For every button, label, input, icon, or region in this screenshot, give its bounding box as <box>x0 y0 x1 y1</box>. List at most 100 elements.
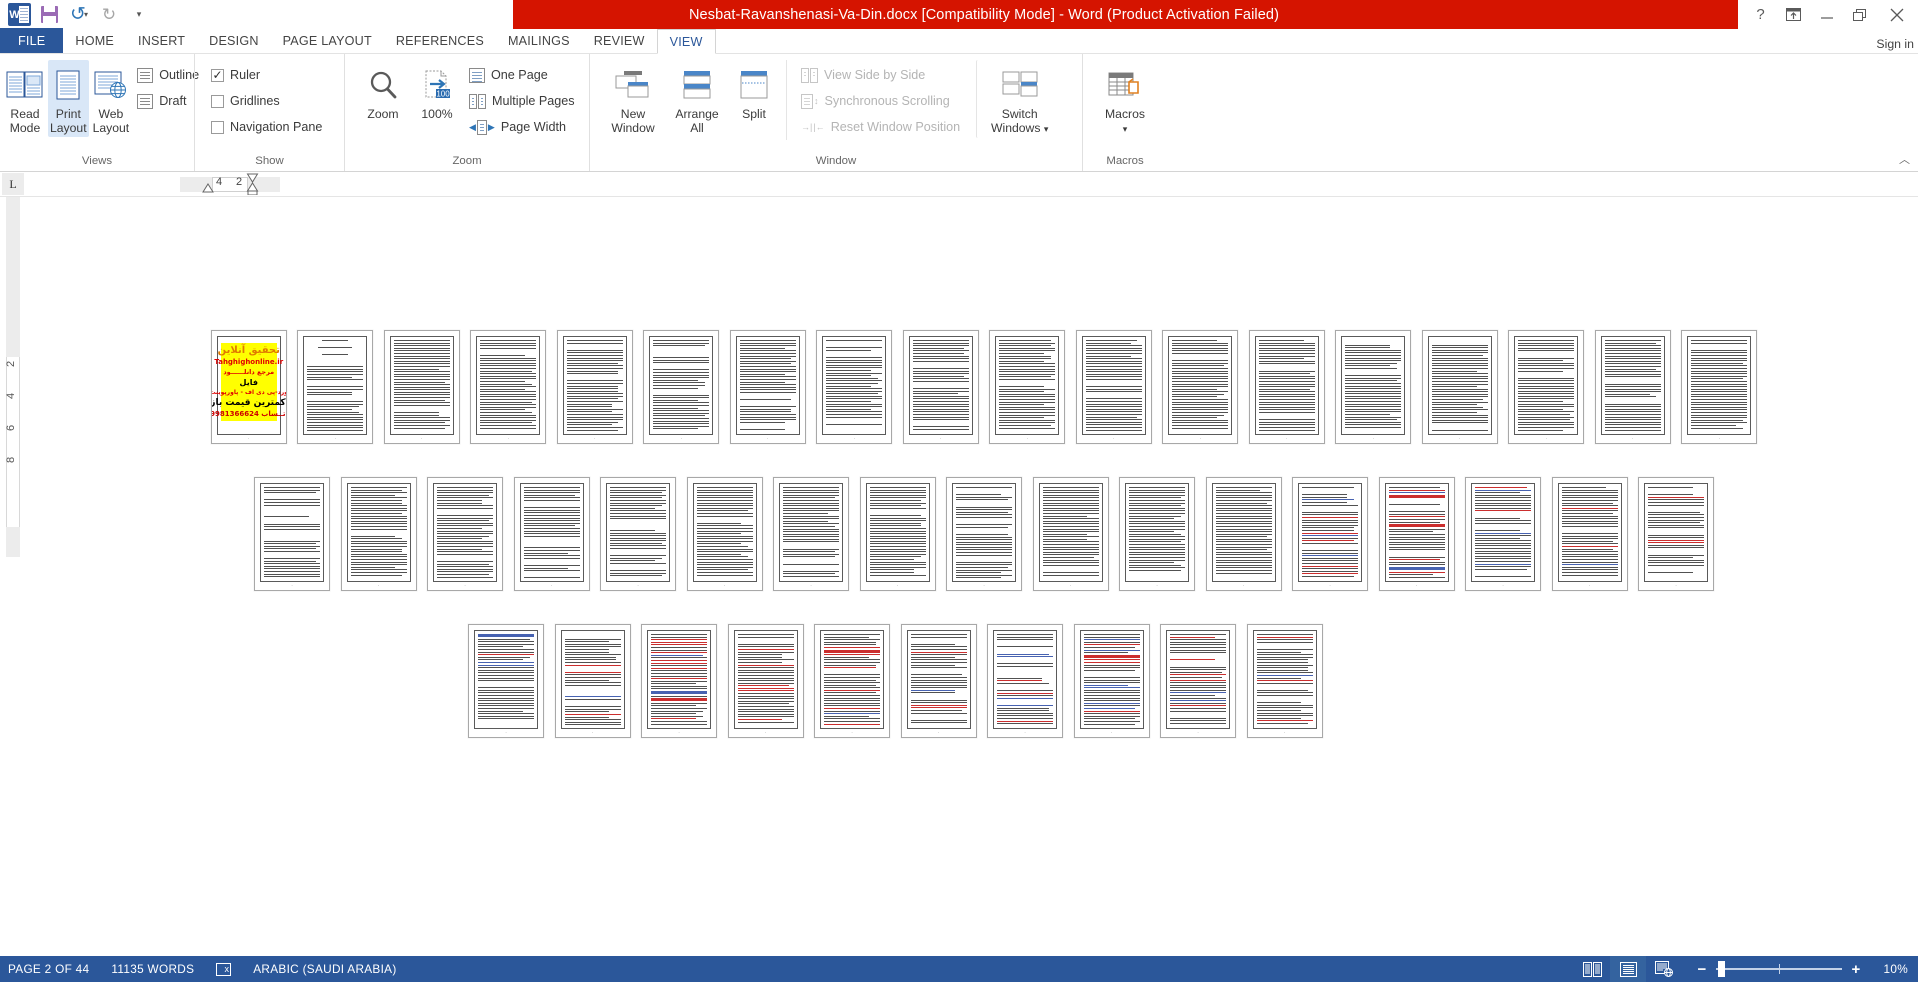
word-logo-icon[interactable]: W <box>5 2 33 28</box>
gridlines-checkbox[interactable]: Gridlines <box>207 88 326 114</box>
one-page-button[interactable]: One Page <box>465 62 579 88</box>
word-count[interactable]: 11135 WORDS <box>111 962 194 976</box>
restore-icon[interactable] <box>1843 0 1876 29</box>
page-thumbnail[interactable]: · <box>470 330 547 444</box>
vertical-ruler[interactable]: 2 4 6 8 <box>0 197 26 956</box>
page-thumbnail[interactable]: · <box>1465 477 1541 591</box>
page-thumbnail[interactable]: · <box>1508 330 1585 444</box>
page-thumbnail[interactable]: · <box>727 624 804 738</box>
synchronous-scrolling-button[interactable]: ↕ Synchronous Scrolling <box>797 88 964 114</box>
document-area[interactable]: 2 4 6 8 تحقیق آنلاین Tahghighonline.ir مرج… <box>0 197 1918 956</box>
page-thumbnail[interactable]: · <box>859 477 936 591</box>
page-thumbnail[interactable]: · <box>643 330 720 444</box>
ribbon-display-options-icon[interactable] <box>1777 0 1810 29</box>
customize-quick-access-icon[interactable]: ▾ <box>125 2 153 28</box>
print-layout-button[interactable]: Print Layout <box>48 60 89 137</box>
ruler-checkbox[interactable]: Ruler <box>207 62 326 88</box>
page-thumbnail[interactable]: · <box>340 477 417 591</box>
view-side-by-side-button[interactable]: View Side by Side <box>797 62 964 88</box>
tab-page-layout[interactable]: PAGE LAYOUT <box>271 28 384 53</box>
page-thumbnail[interactable]: · <box>1292 477 1368 591</box>
close-icon[interactable] <box>1876 0 1918 29</box>
new-window-button[interactable]: New Window <box>602 60 664 137</box>
page-thumbnail[interactable]: · <box>900 624 977 738</box>
tab-file[interactable]: FILE <box>0 28 64 53</box>
tab-insert[interactable]: INSERT <box>126 28 197 53</box>
undo-icon[interactable]: ↺ ▾ <box>65 2 93 28</box>
tab-view[interactable]: VIEW <box>656 29 716 54</box>
print-layout-view-button[interactable] <box>1610 956 1646 982</box>
page-thumbnail[interactable]: · <box>254 477 330 591</box>
left-indent-marker[interactable] <box>202 183 214 194</box>
language-indicator[interactable]: ARABIC (SAUDI ARABIA) <box>253 962 396 976</box>
read-mode-button[interactable]: Read Mode <box>4 60 46 137</box>
switch-windows-button[interactable]: Switch Windows ▾ <box>976 60 1056 138</box>
page-thumbnail[interactable]: · <box>729 330 806 444</box>
page-thumbnail[interactable]: تحقیق آنلاین Tahghighonline.ir مرجع دانلــ… <box>210 330 287 444</box>
sign-in-link[interactable]: Sign in <box>1876 37 1914 51</box>
tab-stop-selector[interactable]: L <box>2 173 24 195</box>
page-thumbnail[interactable]: · <box>1205 477 1282 591</box>
macros-button[interactable]: Macros ▾ <box>1092 60 1158 138</box>
page-thumbnail[interactable]: · <box>987 624 1063 738</box>
page-thumbnail[interactable]: · <box>989 330 1066 444</box>
page-thumbnail[interactable]: · <box>1594 330 1671 444</box>
zoom-slider-control[interactable]: − + 10% <box>1682 961 1908 978</box>
zoom-in-button[interactable]: + <box>1850 961 1862 978</box>
zoom-button[interactable]: Zoom <box>357 60 409 123</box>
page-thumbnail[interactable]: · <box>641 624 717 738</box>
proofing-errors-icon[interactable] <box>216 962 232 976</box>
page-thumbnail[interactable]: · <box>902 330 979 444</box>
horizontal-ruler[interactable]: L 4 2 <box>0 172 1918 197</box>
page-thumbnail[interactable]: · <box>946 477 1022 591</box>
chevron-down-icon[interactable]: ▾ <box>1044 124 1049 134</box>
page-thumbnail[interactable]: · <box>1551 477 1628 591</box>
tab-references[interactable]: REFERENCES <box>384 28 496 53</box>
read-mode-view-button[interactable] <box>1574 956 1610 982</box>
save-icon[interactable] <box>35 2 63 28</box>
tab-review[interactable]: REVIEW <box>582 28 657 53</box>
page-thumbnail[interactable]: · <box>1246 624 1323 738</box>
multiple-pages-button[interactable]: Multiple Pages <box>465 88 579 114</box>
zoom-level[interactable]: 10% <box>1870 962 1908 976</box>
zoom-slider-track[interactable] <box>1716 961 1842 977</box>
page-thumbnail[interactable]: · <box>554 624 631 738</box>
page-thumbnail[interactable]: · <box>1160 624 1236 738</box>
tab-home[interactable]: HOME <box>63 28 126 53</box>
page-thumbnail[interactable]: · <box>1421 330 1498 444</box>
page-thumbnail[interactable]: · <box>556 330 633 444</box>
arrange-all-button[interactable]: Arrange All <box>666 60 728 137</box>
page-thumbnail[interactable]: · <box>383 330 460 444</box>
page-thumbnail[interactable]: · <box>816 330 893 444</box>
page-thumbnail[interactable]: · <box>686 477 763 591</box>
page-thumbnail[interactable]: · <box>1638 477 1714 591</box>
right-indent-marker[interactable] <box>246 173 259 195</box>
page-width-button[interactable]: ◀ ▶ Page Width <box>465 114 579 140</box>
page-thumbnail[interactable]: · <box>814 624 890 738</box>
page-thumbnail[interactable]: · <box>1073 624 1150 738</box>
page-thumbnail[interactable]: · <box>468 624 544 738</box>
page-thumbnail[interactable]: · <box>1119 477 1195 591</box>
page-thumbnails[interactable]: تحقیق آنلاین Tahghighonline.ir مرجع دانلــ… <box>26 197 1918 956</box>
help-icon[interactable]: ? <box>1744 0 1777 29</box>
page-thumbnail[interactable]: · <box>1162 330 1239 444</box>
draft-button[interactable]: Draft <box>133 88 203 114</box>
page-thumbnail[interactable]: · <box>1248 330 1325 444</box>
minimize-icon[interactable] <box>1810 0 1843 29</box>
redo-icon[interactable]: ↻ <box>95 2 123 28</box>
navigation-pane-checkbox[interactable]: Navigation Pane <box>207 114 326 140</box>
web-layout-view-button[interactable] <box>1646 956 1682 982</box>
tab-design[interactable]: DESIGN <box>197 28 270 53</box>
reset-window-position-button[interactable]: →| |← Reset Window Position <box>797 114 964 140</box>
page-thumbnail[interactable]: · <box>1075 330 1152 444</box>
page-thumbnail[interactable]: · <box>513 477 590 591</box>
page-thumbnail[interactable]: · <box>773 477 849 591</box>
zoom-out-button[interactable]: − <box>1696 961 1708 978</box>
page-thumbnail[interactable]: · <box>600 477 676 591</box>
page-indicator[interactable]: PAGE 2 OF 44 <box>8 962 89 976</box>
zoom-100-button[interactable]: 100 100% <box>411 60 463 123</box>
page-thumbnail[interactable]: · <box>1681 330 1758 444</box>
page-thumbnail[interactable]: · <box>1335 330 1412 444</box>
ruler-scale[interactable]: 4 2 <box>180 173 282 195</box>
web-layout-button[interactable]: Web Layout <box>91 60 132 137</box>
